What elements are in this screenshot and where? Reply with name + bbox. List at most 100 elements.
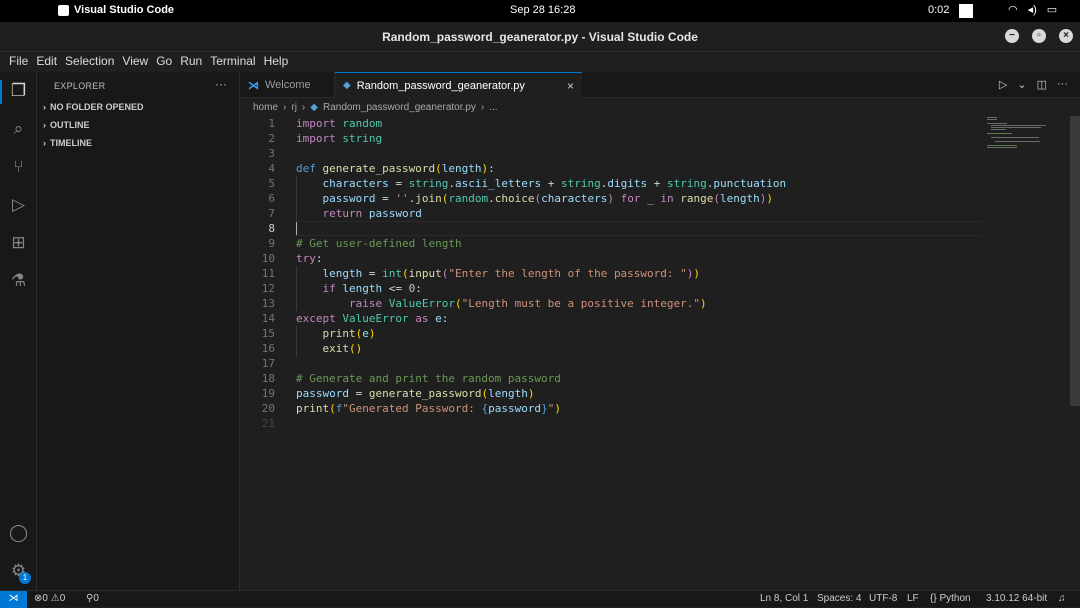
chevron-right-icon: ›: [43, 138, 46, 148]
menu-file[interactable]: File: [5, 52, 32, 72]
breadcrumb-symbols[interactable]: ...: [489, 102, 497, 113]
minimap[interactable]: [985, 116, 1065, 156]
active-view-indicator: [0, 80, 2, 104]
code-line: 20 print(f"Generated Password: {password}…: [261, 402, 561, 415]
close-window-button[interactable]: ×: [1059, 29, 1073, 43]
problems-indicator[interactable]: ⊗0 ⚠0: [34, 593, 65, 604]
sidebar-title: EXPLORER: [54, 81, 106, 91]
code-line: 11 length = int(input("Enter the length …: [261, 267, 701, 280]
vscode-welcome-icon: ⋊: [248, 79, 259, 92]
code-line: 19 password = generate_password(length): [261, 387, 535, 400]
tab-random-password-generator[interactable]: ◆ Random_password_geanerator.py ×: [335, 72, 582, 98]
python-file-icon: ◆: [343, 80, 351, 91]
code-line: 15 print(e): [261, 327, 376, 340]
sidebar-more-actions-button[interactable]: ···: [215, 77, 227, 91]
run-dropdown-chevron-icon[interactable]: ⌄: [1017, 78, 1026, 91]
wifi-icon[interactable]: ◠: [1008, 3, 1018, 16]
warning-icon: ⚠: [50, 593, 60, 604]
code-line: 12 if length <= 0:: [261, 282, 422, 295]
python-file-icon: ◆: [310, 101, 318, 113]
menu-help[interactable]: Help: [260, 52, 293, 72]
settings-update-badge: 1: [19, 572, 31, 584]
code-line: 2 import string: [268, 132, 383, 145]
language-mode[interactable]: {} Python: [930, 593, 971, 604]
breadcrumb: home › rj › ◆ Random_password_geanerator…: [240, 98, 1080, 116]
menu-go[interactable]: Go: [152, 52, 176, 72]
notifications-bell-icon[interactable]: ♫: [1058, 593, 1066, 604]
menu-bar: File Edit Selection View Go Run Terminal…: [0, 52, 1080, 72]
accounts-icon[interactable]: ◯: [8, 522, 29, 543]
code-line: 8: [268, 222, 275, 235]
code-editor[interactable]: 1 import random 2 import string 3 4 def gen…: [240, 116, 1080, 590]
code-line: 21: [261, 417, 275, 430]
system-tray[interactable]: ◠ ◂) ▭: [1008, 3, 1057, 16]
activity-bar: ❐ ⌕ ⑂ ▷ ⊞ ⚗ ◯ ⚙: [0, 72, 37, 590]
testing-flask-icon[interactable]: ⚗: [8, 270, 29, 291]
end-of-line[interactable]: LF: [907, 593, 919, 604]
code-line: 16 exit(): [261, 342, 363, 355]
menu-terminal[interactable]: Terminal: [206, 52, 259, 72]
code-line: 5 characters = string.ascii_letters + st…: [268, 177, 787, 190]
status-bar: ⋊ ⊗0 ⚠0 ⚲0 Ln 8, Col 1 Spaces: 4 UTF-8 L…: [0, 590, 1080, 608]
editor-actions: ▷ ⌄ ◫ ···: [999, 78, 1068, 91]
explorer-files-icon[interactable]: ❐: [8, 80, 29, 101]
active-app-name: Visual Studio Code: [74, 4, 175, 16]
window-title-bar: Random_password_geanerator.py - Visual S…: [0, 22, 1080, 52]
source-control-icon[interactable]: ⑂: [8, 156, 29, 177]
stop-recording-icon[interactable]: [959, 4, 973, 18]
section-outline[interactable]: › OUTLINE: [43, 120, 90, 130]
code-line: 14 except ValueError as e:: [261, 312, 449, 325]
tab-label: Random_password_geanerator.py: [356, 79, 525, 92]
section-label: NO FOLDER OPENED: [50, 102, 144, 112]
editor-tab-bar: ⋊ Welcome ◆ Random_password_geanerator.p…: [240, 72, 1080, 98]
active-app-menu[interactable]: Visual Studio Code: [58, 4, 174, 16]
run-python-file-icon[interactable]: ▷: [999, 78, 1007, 91]
menu-view[interactable]: View: [118, 52, 152, 72]
tab-welcome[interactable]: ⋊ Welcome: [240, 72, 335, 98]
breadcrumb-file[interactable]: Random_password_geanerator.py: [323, 102, 476, 113]
minimize-button[interactable]: −: [1005, 29, 1019, 43]
close-tab-icon[interactable]: ×: [567, 79, 574, 93]
code-line: 1 import random: [268, 117, 383, 130]
chevron-right-icon: ›: [43, 102, 46, 112]
section-label: TIMELINE: [50, 138, 92, 148]
file-encoding[interactable]: UTF-8: [869, 593, 897, 604]
window-title: Random_password_geanerator.py - Visual S…: [382, 30, 698, 44]
remote-window-icon[interactable]: ⋊: [0, 591, 27, 608]
code-line: 13 raise ValueError("Length must be a po…: [261, 297, 707, 310]
ports-indicator[interactable]: ⚲0: [86, 593, 99, 604]
code-line: 10 try:: [261, 252, 323, 265]
tab-label: Welcome: [265, 79, 311, 91]
maximize-button[interactable]: ▫: [1032, 29, 1046, 43]
recording-timer: 0:02: [928, 4, 950, 16]
cursor-position[interactable]: Ln 8, Col 1: [760, 593, 808, 604]
section-no-folder-opened[interactable]: › NO FOLDER OPENED: [43, 102, 144, 112]
code-line: 17: [261, 357, 275, 370]
battery-icon[interactable]: ▭: [1047, 3, 1057, 16]
menu-selection[interactable]: Selection: [61, 52, 118, 72]
code-line: 9 # Get user-defined length: [268, 237, 462, 250]
chevron-right-icon: ›: [283, 101, 287, 113]
braces-icon: {}: [930, 593, 937, 604]
editor-vertical-scrollbar[interactable]: [1070, 116, 1080, 406]
indentation-setting[interactable]: Spaces: 4: [817, 593, 861, 604]
menu-edit[interactable]: Edit: [32, 52, 61, 72]
volume-icon[interactable]: ◂): [1028, 3, 1037, 16]
explorer-sidebar: EXPLORER ··· › NO FOLDER OPENED › OUTLIN…: [37, 72, 240, 590]
system-clock[interactable]: Sep 28 16:28: [510, 4, 575, 16]
search-icon[interactable]: ⌕: [8, 118, 29, 139]
code-line: 4 def generate_password(length):: [268, 162, 495, 175]
breadcrumb-home[interactable]: home: [253, 102, 278, 113]
more-actions-icon[interactable]: ···: [1057, 78, 1068, 91]
chevron-right-icon: ›: [43, 120, 46, 130]
extensions-icon[interactable]: ⊞: [8, 232, 29, 253]
section-timeline[interactable]: › TIMELINE: [43, 138, 92, 148]
chevron-right-icon: ›: [301, 101, 306, 113]
menu-run[interactable]: Run: [176, 52, 206, 72]
breadcrumb-rj[interactable]: rj: [291, 102, 297, 113]
python-interpreter[interactable]: 3.10.12 64-bit: [986, 593, 1047, 604]
code-line: 3: [268, 147, 275, 160]
split-editor-icon[interactable]: ◫: [1037, 78, 1047, 91]
vscode-logo-icon: [58, 4, 69, 16]
run-debug-icon[interactable]: ▷: [8, 194, 29, 215]
